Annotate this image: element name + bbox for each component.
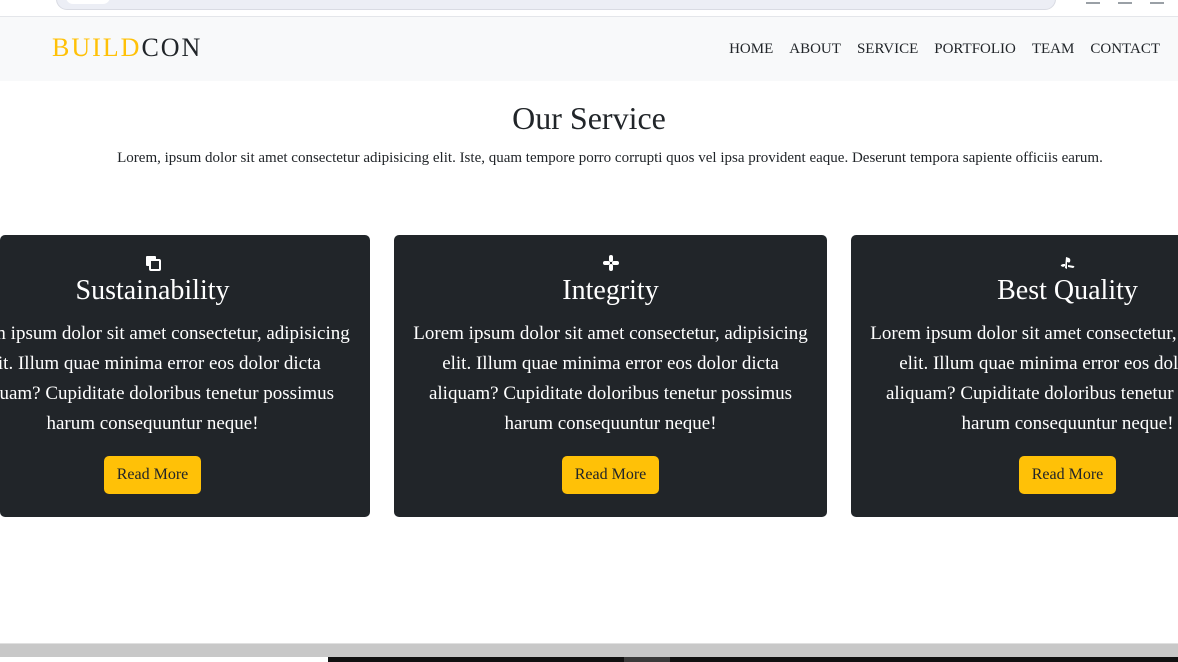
taskbar-item[interactable]: [624, 657, 670, 662]
nav-link-portfolio[interactable]: PORTFOLIO: [934, 41, 1016, 58]
read-more-button[interactable]: Read More: [1018, 456, 1117, 494]
section-description: Lorem, ipsum dolor sit amet consectetur …: [117, 150, 1103, 166]
card-title: Best Quality: [997, 275, 1138, 306]
address-bar-chip: [66, 0, 110, 4]
extension-icon[interactable]: [1086, 0, 1100, 4]
read-more-button[interactable]: Read More: [103, 456, 202, 494]
service-card-integrity: Integrity Lorem ipsum dolor sit amet con…: [394, 235, 827, 517]
navbar: BUILDCON HOME ABOUT SERVICE PORTFOLIO TE…: [0, 17, 1178, 81]
section-title: Our Service: [512, 100, 666, 136]
card-text: Lorem ipsum dolor sit amet consectetur, …: [870, 323, 1178, 434]
card-text: Lorem ipsum dolor sit amet consectetur, …: [413, 323, 808, 434]
slack-icon: [602, 255, 619, 271]
service-card-best-quality: Best Quality Lorem ipsum dolor sit amet …: [851, 235, 1178, 517]
read-more-button[interactable]: Read More: [561, 456, 660, 494]
brand-rest-text: CON: [141, 33, 203, 62]
card-title: Sustainability: [75, 275, 230, 306]
playstation-icon: [1060, 255, 1076, 271]
horizontal-scrollbar[interactable]: [0, 643, 1178, 657]
nav-link-service[interactable]: SERVICE: [857, 41, 918, 58]
browser-toolbar-icons: [1086, 0, 1164, 4]
card-text: Lorem ipsum dolor sit amet consectetur, …: [0, 323, 350, 434]
nav-link-team[interactable]: TEAM: [1032, 41, 1075, 58]
nav-links: HOME ABOUT SERVICE PORTFOLIO TEAM CONTAC…: [729, 41, 1160, 58]
nav-link-about[interactable]: ABOUT: [789, 41, 841, 58]
bookmark-icon[interactable]: [1118, 0, 1132, 4]
card-title: Integrity: [562, 275, 659, 306]
browser-toolbar: [0, 0, 1178, 17]
nav-link-contact[interactable]: CONTACT: [1090, 41, 1160, 58]
address-bar[interactable]: [56, 0, 1056, 10]
taskbar: [328, 657, 1178, 662]
nav-link-home[interactable]: HOME: [729, 41, 773, 58]
profile-icon[interactable]: [1150, 0, 1164, 4]
copy-icon: [145, 255, 161, 271]
service-card-sustainability: Sustainability Lorem ipsum dolor sit ame…: [0, 235, 370, 517]
service-cards: Sustainability Lorem ipsum dolor sit ame…: [0, 235, 1178, 517]
brand-logo[interactable]: BUILDCON: [52, 33, 202, 63]
brand-accent-text: BUILD: [52, 33, 142, 62]
